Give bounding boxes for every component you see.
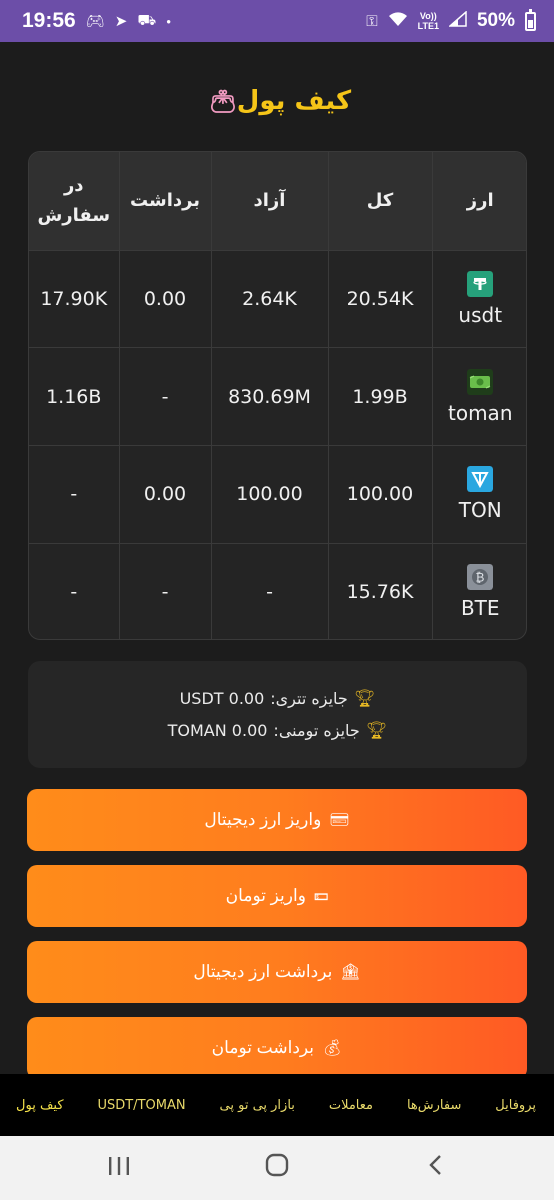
header-free: آزاد <box>210 152 329 251</box>
withdraw-cell: 0.00 <box>118 445 212 544</box>
toman-prize-value: TOMAN 0.00 <box>167 721 268 740</box>
header-withdraw: برداشت <box>118 152 212 251</box>
currency-cell: toman <box>431 347 526 446</box>
total-cell: 20.54K <box>327 249 433 349</box>
bank-icon: 🏦︎ <box>340 964 361 981</box>
ton-icon <box>467 466 494 493</box>
total-cell: 100.00 <box>327 445 433 544</box>
bitcoin-icon: ₿ <box>467 564 494 591</box>
deposit-toman-button[interactable]: 💵︎ واریز تومان <box>27 865 527 927</box>
header-in-order: در سفارش <box>29 152 120 251</box>
in-order-cell: - <box>29 542 120 639</box>
deposit-crypto-label: واریز ارز دیجیتال <box>204 810 322 829</box>
back-icon[interactable] <box>405 1153 465 1183</box>
header-total: کل <box>327 152 433 251</box>
bottom-nav: پروفایل سفارش‌ها معاملات بازار پی تو پی … <box>0 1074 554 1136</box>
withdraw-toman-button[interactable]: 💰︎ برداشت تومان <box>27 1017 527 1079</box>
total-cell: 15.76K <box>327 542 433 639</box>
free-cell: - <box>210 542 329 639</box>
volte-top: Vo)) <box>419 11 437 21</box>
status-bar: 19:56 🎮︎ ➤ ⛟ ● ⚿ Vo)) LTE1 50% <box>0 0 554 42</box>
currency-cell: TON <box>431 445 526 544</box>
nav-profile[interactable]: پروفایل <box>495 1098 536 1113</box>
deposit-toman-label: واریز تومان <box>225 886 306 905</box>
withdraw-crypto-button[interactable]: 🏦︎ برداشت ارز دیجیتال <box>27 941 527 1003</box>
car-icon: ⛟ <box>137 11 157 29</box>
total-cell: 1.99B <box>327 347 433 446</box>
deposit-crypto-button[interactable]: 💳︎ واریز ارز دیجیتال <box>27 789 527 851</box>
signal-icon <box>447 10 467 31</box>
header-currency: ارز <box>431 152 526 251</box>
usdt-prize: 🏆︎ جایزه تتری: USDT 0.00 <box>180 689 376 709</box>
battery-icon <box>525 8 536 31</box>
in-order-cell: 1.16B <box>29 347 120 446</box>
wallet-table: ارز کل آزاد برداشت در سفارش usdt 20.54K … <box>28 151 527 640</box>
nav-trades[interactable]: معاملات <box>329 1098 373 1113</box>
free-cell: 100.00 <box>210 445 329 544</box>
currency-name: toman <box>448 400 513 425</box>
toman-prize: 🏆︎ جایزه تومنی: TOMAN 0.00 <box>168 721 388 741</box>
wallet-table-grid: ارز کل آزاد برداشت در سفارش usdt 20.54K … <box>29 152 526 639</box>
purse-icon: 👛︎ <box>208 90 237 115</box>
currency-cell: ₿ BTE <box>431 542 526 639</box>
nav-p2p-market[interactable]: بازار پی تو پی <box>220 1098 295 1113</box>
nav-orders[interactable]: سفارش‌ها <box>407 1098 461 1113</box>
clock: 19:56 <box>22 9 76 32</box>
toman-prize-label: جایزه تومنی: <box>273 721 360 740</box>
home-icon[interactable] <box>247 1153 307 1184</box>
free-cell: 830.69M <box>210 347 329 446</box>
table-row: TON 100.00 100.00 0.00 - <box>29 445 526 544</box>
dot-icon: ● <box>166 16 172 26</box>
prizes-box: 🏆︎ جایزه تتری: USDT 0.00 🏆︎ جایزه تومنی:… <box>28 661 527 768</box>
battery-percent: 50% <box>476 10 515 31</box>
svg-text:₿: ₿ <box>476 571 485 585</box>
credit-card-icon: 💳︎ <box>329 812 350 829</box>
in-order-cell: - <box>29 445 120 544</box>
status-bar-left: 19:56 🎮︎ ➤ ⛟ ● <box>22 9 171 33</box>
banknote-icon <box>467 368 494 395</box>
wifi-icon <box>388 11 408 31</box>
system-nav-bar <box>0 1136 554 1200</box>
table-header-row: ارز کل آزاد برداشت در سفارش <box>29 152 526 251</box>
volte-indicator: Vo)) LTE1 <box>418 11 439 31</box>
in-order-cell: 17.90K <box>29 249 120 349</box>
tether-icon <box>467 270 494 297</box>
page-title: کیف پول👛︎ <box>0 86 554 116</box>
usdt-prize-label: جایزه تتری: <box>270 689 348 708</box>
currency-name: TON <box>458 498 502 523</box>
usdt-prize-value: USDT 0.00 <box>179 689 265 708</box>
currency-name: BTE <box>460 596 500 621</box>
table-row: usdt 20.54K 2.64K 0.00 17.90K <box>29 249 526 349</box>
money-icon: 💵︎ <box>313 887 329 904</box>
currency-name: usdt <box>458 302 503 327</box>
trophy-icon: 🏆︎ <box>365 720 388 741</box>
telegram-icon: ➤ <box>114 13 128 30</box>
nav-wallet[interactable]: کیف پول <box>16 1098 63 1113</box>
withdraw-cell: 0.00 <box>118 249 212 349</box>
withdraw-cell: - <box>118 347 212 446</box>
money-bag-icon: 💰︎ <box>322 1040 343 1057</box>
withdraw-toman-label: برداشت تومان <box>211 1038 315 1057</box>
trophy-icon: 🏆︎ <box>353 688 376 709</box>
withdraw-crypto-label: برداشت ارز دیجیتال <box>193 962 333 981</box>
nav-usdt-toman[interactable]: USDT/TOMAN <box>97 1098 185 1113</box>
page-title-text: کیف پول <box>236 86 352 116</box>
table-row: ₿ BTE 15.76K - - - <box>29 542 526 639</box>
status-bar-right: ⚿ Vo)) LTE1 50% <box>366 8 536 32</box>
volte-bottom: LTE1 <box>417 21 439 31</box>
game-controller-icon: 🎮︎ <box>85 13 105 30</box>
recent-apps-icon[interactable] <box>89 1153 149 1183</box>
free-cell: 2.64K <box>210 249 329 349</box>
withdraw-cell: - <box>118 542 212 639</box>
currency-cell: usdt <box>431 249 526 349</box>
table-row: toman 1.99B 830.69M - 1.16B <box>29 347 526 446</box>
key-icon: ⚿ <box>366 12 378 30</box>
